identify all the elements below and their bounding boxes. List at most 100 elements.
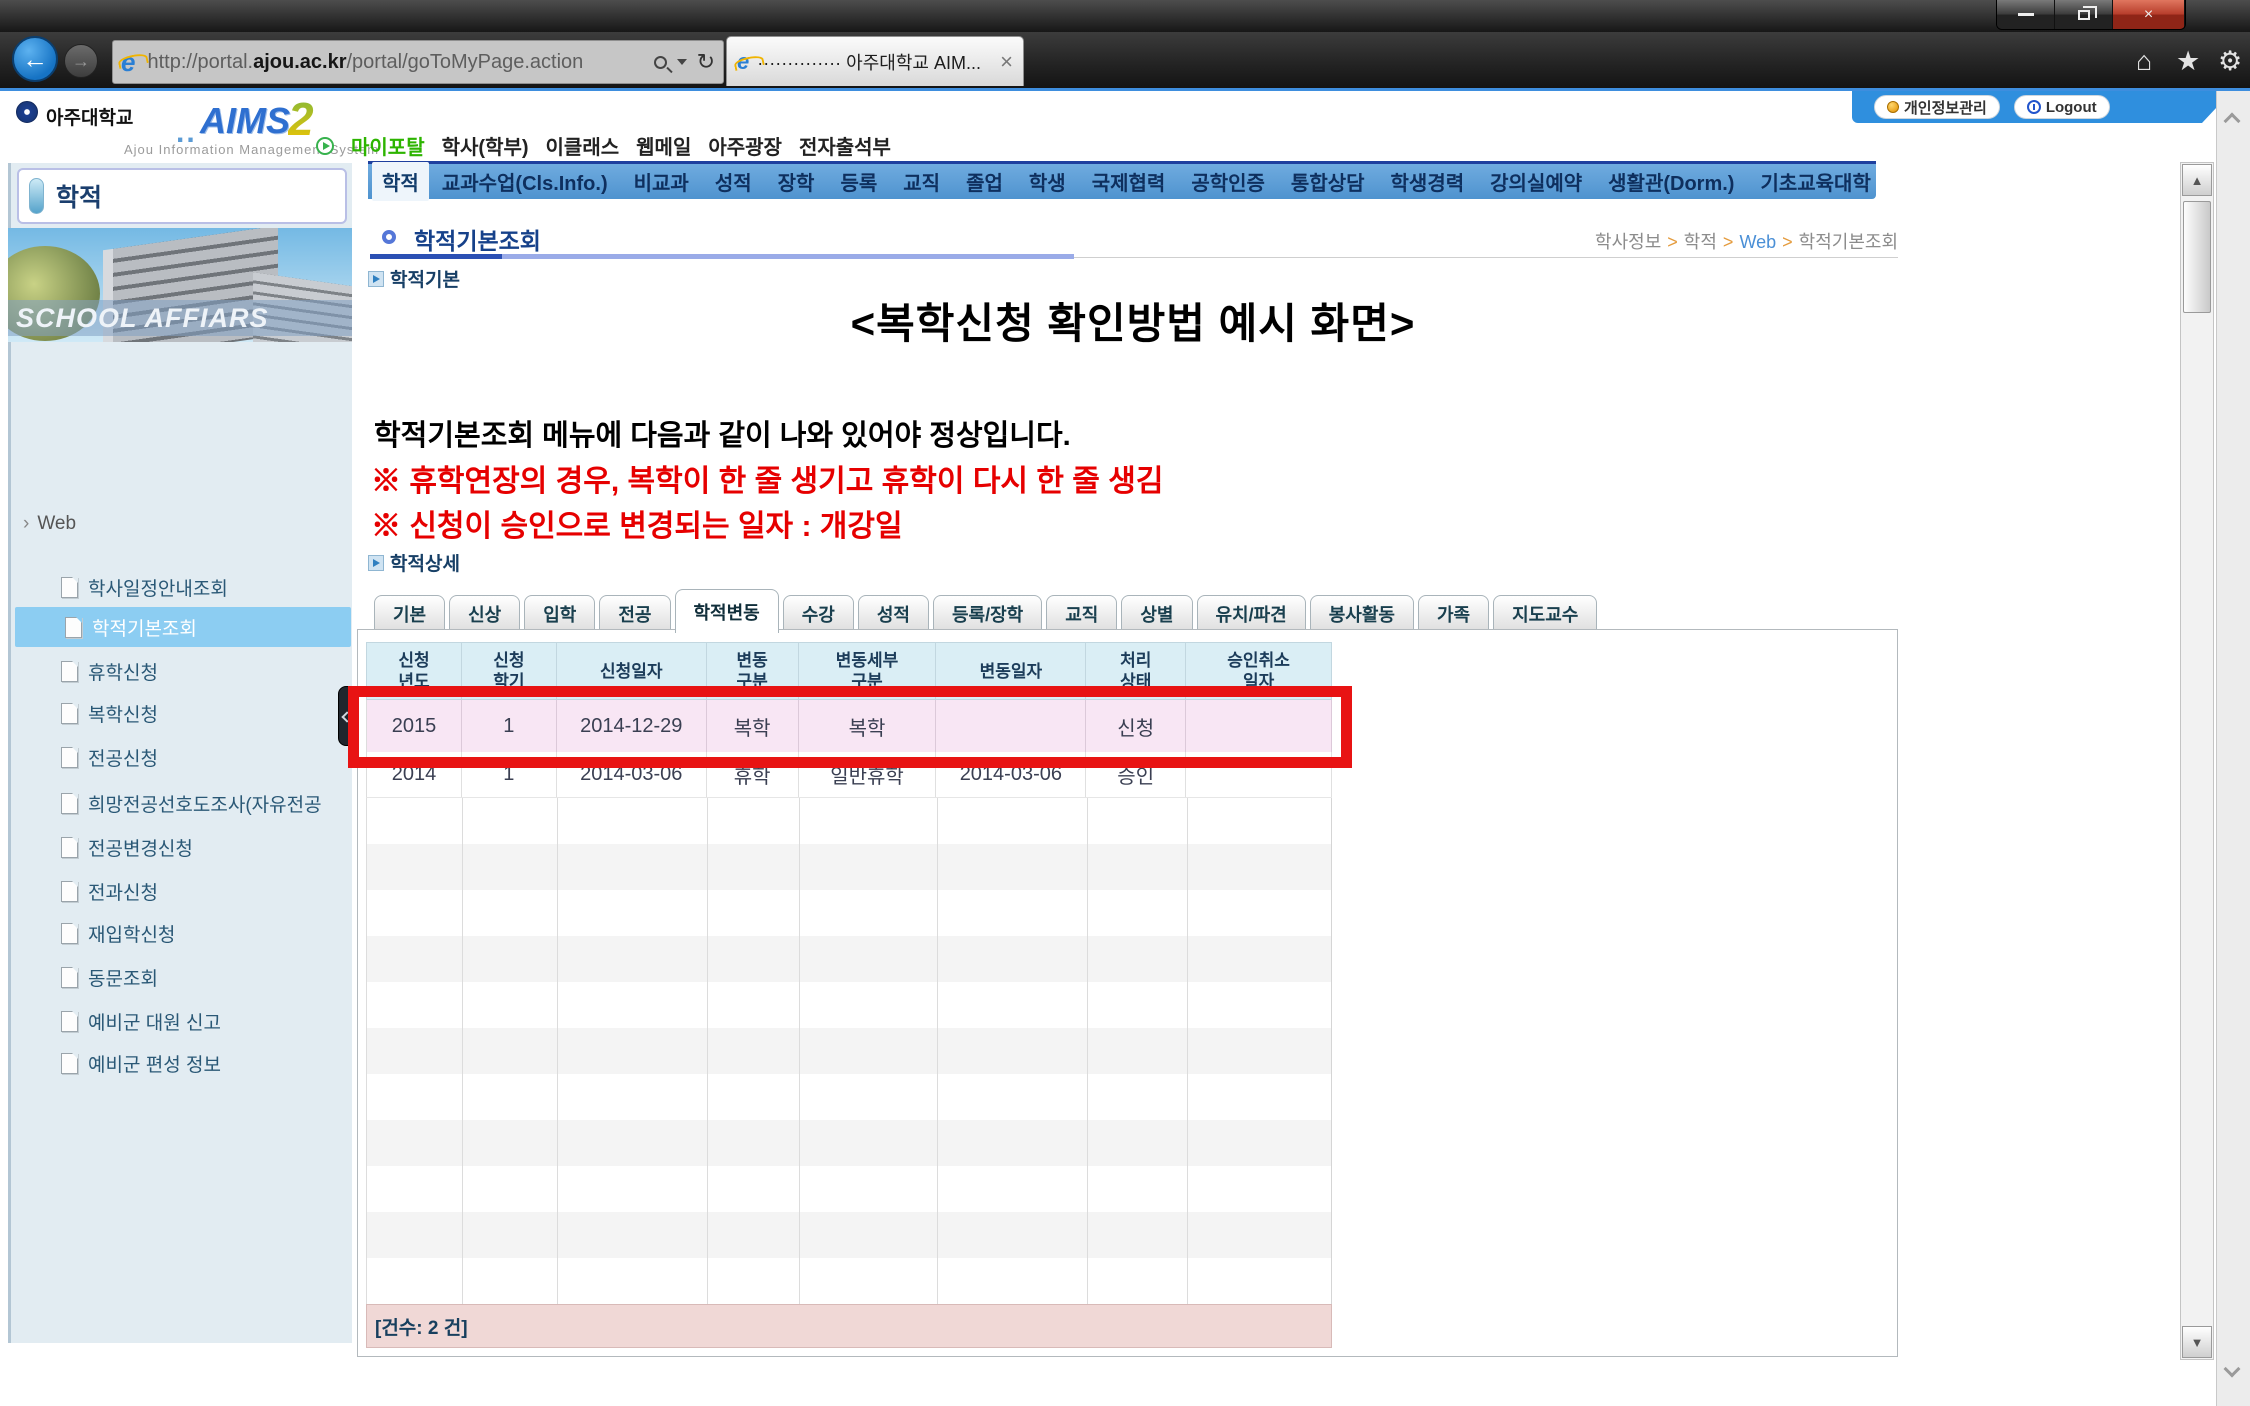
menubar-hakjeok[interactable]: 학적: [372, 162, 429, 201]
menubar-counsel[interactable]: 통합상담: [1278, 163, 1378, 200]
menubar-noncurricular[interactable]: 비교과: [621, 163, 702, 200]
table-row-2014[interactable]: 2014 1 2014-03-06 휴학 일반휴학 2014-03-06 승인: [366, 752, 1332, 798]
tab-record-change[interactable]: 학적변동: [675, 589, 779, 633]
minimize-button[interactable]: [1997, 0, 2055, 29]
module-pill-icon: [29, 178, 44, 214]
section-record-detail: 학적상세: [368, 549, 460, 576]
aims-logo: AIMS: [200, 100, 290, 142]
browser-scrollbar[interactable]: [2216, 91, 2250, 1406]
portal-scrollbar[interactable]: ▲ ▼: [2180, 162, 2214, 1360]
tab-grades[interactable]: 성적: [858, 595, 929, 633]
refresh-icon[interactable]: ↻: [697, 49, 715, 75]
tab-family[interactable]: 가족: [1418, 595, 1489, 633]
menubar-basic-edu[interactable]: 기초교육대학: [1747, 163, 1883, 200]
top-menu-attendance[interactable]: 전자출석부: [799, 131, 891, 160]
university-name: 아주대학교: [46, 103, 133, 130]
document-icon: [61, 661, 78, 682]
menubar-scholarship[interactable]: 장학: [765, 163, 828, 200]
tab-volunteer[interactable]: 봉사활동: [1310, 595, 1414, 633]
forward-arrow-icon: →: [72, 51, 90, 72]
browser-scroll-down-icon[interactable]: [2224, 1361, 2241, 1378]
menubar-registration[interactable]: 등록: [827, 163, 890, 200]
tab-dispatch[interactable]: 유치/파견: [1197, 595, 1306, 633]
sidebar-item-alumni[interactable]: 동문조회: [11, 957, 351, 997]
aims-logo-2: 2: [288, 92, 314, 146]
scroll-up-button[interactable]: ▲: [2182, 164, 2212, 196]
sidebar-item-schedule[interactable]: 학사일정안내조회: [11, 567, 351, 607]
menubar-courses[interactable]: 교과수업(Cls.Info.): [429, 163, 621, 200]
document-icon: [61, 881, 78, 902]
logout-button[interactable]: Logout: [2014, 95, 2110, 119]
top-menu-haksa[interactable]: 학사(학부): [442, 131, 529, 160]
sidebar-item-major-change[interactable]: 전공변경신청: [11, 827, 351, 867]
privacy-lock-icon: [1887, 101, 1899, 113]
tab-admission[interactable]: 입학: [524, 595, 595, 633]
tab-basic[interactable]: 기본: [374, 595, 445, 633]
menubar-room[interactable]: 강의실예약: [1477, 163, 1595, 200]
sidebar-item-major-pref[interactable]: 희망전공선호도조사(자유전공: [11, 783, 351, 823]
scroll-thumb[interactable]: [2183, 201, 2211, 313]
top-menu-eclass[interactable]: 이클래스: [546, 131, 620, 160]
logout-power-icon: [2027, 100, 2041, 114]
restore-button[interactable]: [2055, 0, 2113, 29]
favorites-star-icon[interactable]: ★: [2176, 46, 2200, 77]
title-circle-icon: [382, 230, 396, 244]
close-icon: ×: [2144, 6, 2153, 24]
tab-close-icon[interactable]: ×: [1000, 51, 1013, 73]
title-underline-light: [502, 254, 1074, 259]
tab-personal[interactable]: 신상: [449, 595, 520, 633]
top-menu: 마이포탈 학사(학부) 이클래스 웹메일 아주광장 전자출석부: [316, 131, 891, 160]
sidebar-item-major[interactable]: 전공신청: [11, 737, 351, 777]
tab-teaching[interactable]: 교직: [1046, 595, 1117, 633]
menubar-student[interactable]: 학생: [1016, 163, 1079, 200]
col-apply-date: 신청일자: [557, 643, 707, 699]
tab-major[interactable]: 전공: [599, 595, 670, 633]
menubar-graduation[interactable]: 졸업: [953, 163, 1016, 200]
top-menu-myportal[interactable]: 마이포탈: [351, 131, 425, 160]
detail-tabs: 기본 신상 입학 전공 학적변동 수강 성적 등록/장학 교직 상별 유치/파견…: [374, 589, 1601, 633]
browser-scroll-up-icon[interactable]: [2224, 113, 2241, 130]
menubar-international[interactable]: 국제협력: [1079, 163, 1179, 200]
sidebar-item-reserve-info[interactable]: 예비군 편성 정보: [11, 1043, 351, 1083]
menubar-career[interactable]: 학생경력: [1378, 163, 1478, 200]
photo-caption: SCHOOL AFFIARS: [16, 303, 269, 334]
menubar-grades[interactable]: 성적: [702, 163, 765, 200]
document-icon: [61, 747, 78, 768]
close-button[interactable]: ×: [2113, 0, 2185, 29]
sidebar-item-leave[interactable]: 휴학신청: [11, 651, 351, 691]
address-bar[interactable]: e http://portal.ajou.ac.kr/portal/goToMy…: [112, 40, 724, 84]
back-button[interactable]: ←: [12, 36, 58, 82]
menubar-dorm[interactable]: 생활관(Dorm.): [1595, 163, 1747, 200]
url-text[interactable]: http://portal.ajou.ac.kr/portal/goToMyPa…: [147, 51, 653, 74]
settings-gear-icon[interactable]: ⚙: [2218, 46, 2242, 77]
browser-tab[interactable]: e ·············· 아주대학교 AIM... ×: [726, 36, 1024, 86]
scroll-down-button[interactable]: ▼: [2182, 1326, 2212, 1358]
privacy-button[interactable]: 개인정보관리: [1874, 95, 2000, 119]
sidebar-item-return[interactable]: 복학신청: [11, 693, 351, 733]
tab-registration-scholarship[interactable]: 등록/장학: [933, 595, 1042, 633]
home-icon[interactable]: ⌂: [2136, 46, 2152, 77]
search-icon[interactable]: [654, 56, 667, 69]
title-underline-dark: [370, 254, 502, 259]
forward-button[interactable]: →: [64, 44, 98, 78]
sidebar-item-record-basic[interactable]: 학적기본조회: [15, 607, 351, 647]
tab-advisor[interactable]: 지도교수: [1493, 595, 1597, 633]
top-menu-square[interactable]: 아주광장: [708, 131, 782, 160]
sidebar-collapse-handle[interactable]: [338, 686, 353, 746]
search-dropdown-icon[interactable]: [677, 59, 687, 65]
tab-enrollment[interactable]: 수강: [783, 595, 854, 633]
sidebar-group-web[interactable]: ›Web: [23, 513, 76, 535]
menubar-abeek[interactable]: 공학인증: [1178, 163, 1278, 200]
sidebar: 학적 SCHOOL AFFIARS ›Web 학사일정안내조회 학적기본조회 휴…: [8, 163, 352, 1343]
sidebar-item-transfer[interactable]: 전과신청: [11, 871, 351, 911]
header-right-band: 개인정보관리 Logout: [1852, 91, 2232, 123]
sidebar-item-readmission[interactable]: 재입학신청: [11, 913, 351, 953]
breadcrumb: 학사정보>학적>Web>학적기본조회: [1440, 228, 1898, 254]
menubar-teaching[interactable]: 교직: [890, 163, 953, 200]
ajou-emblem-icon: [16, 101, 38, 123]
top-menu-webmail[interactable]: 웹메일: [636, 131, 691, 160]
sidebar-item-reserve-report[interactable]: 예비군 대원 신고: [11, 1001, 351, 1041]
document-icon: [61, 793, 78, 814]
table-row-2015[interactable]: 2015 1 2014-12-29 복학 복학 신청: [366, 700, 1332, 752]
tab-award-discipline[interactable]: 상별: [1121, 595, 1192, 633]
